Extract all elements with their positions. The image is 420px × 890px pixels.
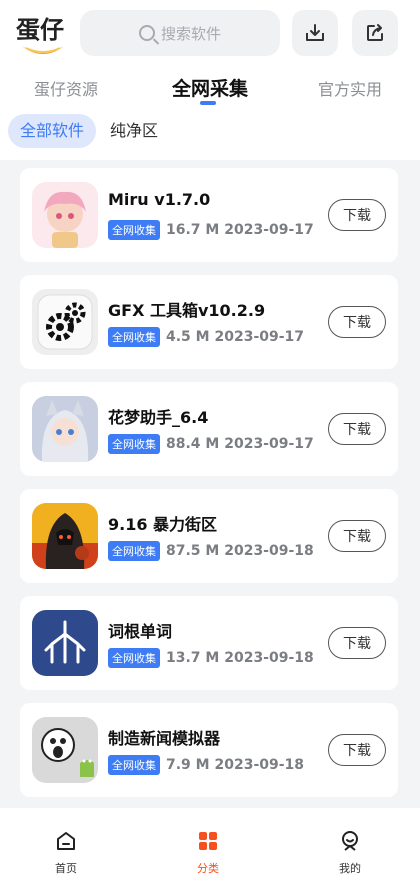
app-name: Miru v1.7.0 [108,190,211,209]
nav-label: 我的 [339,862,361,875]
svg-text:蛋仔: 蛋仔 [16,17,64,44]
app-name: 花梦助手_6.4 [108,408,209,427]
app-logo[interactable]: 蛋仔 [14,12,72,60]
app-name: 词根单词 [108,622,173,641]
app-meta: 全网收集 13.7 M 2023-09-18 [108,648,314,668]
size-date: 13.7 M 2023-09-18 [166,650,314,666]
list-item[interactable]: GFX 工具箱v10.2.9 全网收集 4.5 M 2023-09-17 下载 [20,275,398,369]
tab-all-network[interactable]: 全网采集 [172,74,248,101]
list-item[interactable]: 花梦助手_6.4 全网收集 88.4 M 2023-09-17 下载 [20,382,398,476]
download-button[interactable]: 下载 [328,520,386,552]
search-icon [138,25,155,41]
app-meta: 全网收集 7.9 M 2023-09-18 [108,755,304,775]
source-badge: 全网收集 [108,541,160,561]
filter-chips: 全部软件 纯净区 [0,114,420,150]
size-date: 7.9 M 2023-09-18 [166,757,305,773]
gears-icon [32,289,98,355]
nav-label: 首页 [55,862,77,875]
source-badge: 全网收集 [108,220,160,240]
top-bar: 蛋仔 搜索软件 蛋仔资源 全网采集 官方实用 全部软件 纯净区 [0,0,420,160]
app-list: Miru v1.7.0 全网收集 16.7 M 2023-09-17 下载 GF… [0,160,420,808]
home-icon [57,832,75,850]
app-name: 9.16 暴力街区 [108,515,218,534]
chip-pure-zone[interactable]: 纯净区 [98,114,170,148]
download-button[interactable]: 下载 [328,627,386,659]
share-button[interactable] [352,10,398,56]
size-date: 88.4 M 2023-09-17 [166,436,314,452]
app-meta: 全网收集 16.7 M 2023-09-17 [108,220,314,240]
tab-official-utilities[interactable]: 官方实用 [318,76,382,100]
app-meta: 全网收集 87.5 M 2023-09-18 [108,541,314,561]
search-input[interactable]: 搜索软件 [80,10,280,56]
app-meta: 全网收集 4.5 M 2023-09-17 [108,327,304,347]
download-manager-button[interactable] [292,10,338,56]
source-badge: 全网收集 [108,434,160,454]
chip-all-software[interactable]: 全部软件 [8,114,97,148]
source-badge: 全网收集 [108,648,160,668]
word-tree-icon [32,610,98,676]
list-item[interactable]: 制造新闻模拟器 全网收集 7.9 M 2023-09-18 下载 [20,703,398,797]
list-item[interactable]: 9.16 暴力街区 全网收集 87.5 M 2023-09-18 下载 [20,489,398,583]
profile-icon [342,831,358,851]
nav-label: 分类 [197,862,219,875]
share-icon [367,24,383,41]
source-badge: 全网收集 [108,755,160,775]
download-button[interactable]: 下载 [328,199,386,231]
bottom-nav: 首页 分类 我的 [0,808,420,890]
meme-face-android-icon [32,717,98,783]
download-tray-icon [306,24,324,41]
size-date: 4.5 M 2023-09-17 [166,329,305,345]
nav-home[interactable]: 首页 [36,830,96,876]
anime-catgirl-icon [32,396,98,462]
nav-profile[interactable]: 我的 [320,830,380,876]
download-button[interactable]: 下载 [328,413,386,445]
hooded-fighter-icon [32,503,98,569]
nav-category[interactable]: 分类 [178,830,238,876]
list-item[interactable]: 词根单词 全网收集 13.7 M 2023-09-18 下载 [20,596,398,690]
app-name: GFX 工具箱v10.2.9 [108,301,266,320]
active-tab-indicator [200,101,216,105]
app-meta: 全网收集 88.4 M 2023-09-17 [108,434,314,454]
anime-girl-icon [32,182,98,248]
source-badge: 全网收集 [108,327,160,347]
download-button[interactable]: 下载 [328,306,386,338]
app-name: 制造新闻模拟器 [108,729,221,748]
category-grid-icon [199,832,217,850]
size-date: 16.7 M 2023-09-17 [166,222,314,238]
download-button[interactable]: 下载 [328,734,386,766]
tab-danzai-resources[interactable]: 蛋仔资源 [34,76,98,100]
size-date: 87.5 M 2023-09-18 [166,543,314,559]
list-item[interactable]: Miru v1.7.0 全网收集 16.7 M 2023-09-17 下载 [20,168,398,262]
search-placeholder: 搜索软件 [160,24,221,43]
